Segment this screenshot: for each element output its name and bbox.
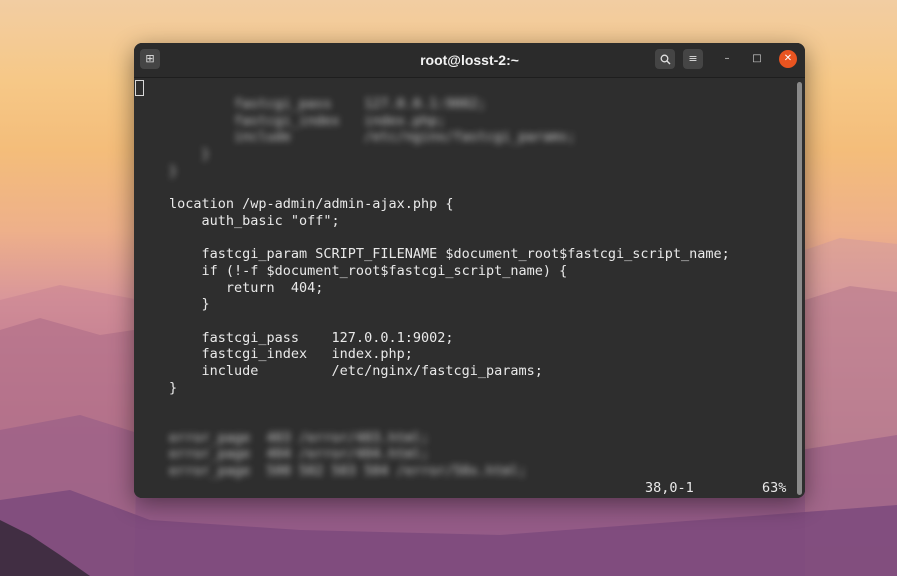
code-line: if (!-f $document_root$fastcgi_script_na… xyxy=(169,262,568,279)
text-cursor xyxy=(135,80,144,96)
code-line: error_page 403 /error/403.html; xyxy=(169,429,430,446)
code-line: } xyxy=(169,146,210,163)
code-line: } xyxy=(169,162,178,179)
code-line: return 404; xyxy=(169,279,324,296)
search-icon[interactable] xyxy=(655,49,675,69)
code-line: } xyxy=(169,379,178,396)
code-line: } xyxy=(169,296,210,313)
code-line: auth_basic "off"; xyxy=(169,212,340,229)
terminal-content[interactable]: fastcgi_pass 127.0.0.1:9002; fastcgi_ind… xyxy=(134,78,805,498)
code-line: location /wp-admin/admin-ajax.php { xyxy=(169,196,454,213)
code-line: fastcgi_index index.php; xyxy=(169,112,446,129)
code-line: fastcgi_pass 127.0.0.1:9002; xyxy=(169,96,486,112)
code-line: error_page 500 502 503 504 /error/50x.ht… xyxy=(169,463,527,480)
code-line: include /etc/nginx/fastcgi_params; xyxy=(169,129,576,146)
code-line: fastcgi_index index.php; xyxy=(169,346,413,363)
window-title: root@losst-2:~ xyxy=(420,52,519,68)
hamburger-menu-icon[interactable]: ≡ xyxy=(683,49,703,69)
code-line: fastcgi_param SCRIPT_FILENAME $document_… xyxy=(169,246,730,263)
code-line: error_page 404 /error/404.html; xyxy=(169,446,430,463)
code-line: fastcgi_pass 127.0.0.1:9002; xyxy=(169,329,454,346)
minimize-button[interactable]: – xyxy=(718,50,736,68)
editor-buffer[interactable]: fastcgi_pass 127.0.0.1:9002; fastcgi_ind… xyxy=(169,96,730,480)
title-bar[interactable]: ⊞ root@losst-2:~ ≡ – □ ✕ xyxy=(134,43,805,78)
code-line: include /etc/nginx/fastcgi_params; xyxy=(169,363,543,379)
close-button[interactable]: ✕ xyxy=(779,50,797,68)
maximize-button[interactable]: □ xyxy=(748,50,766,68)
scrollbar[interactable] xyxy=(797,82,802,495)
scroll-percent: 63% xyxy=(762,480,787,496)
terminal-window: ⊞ root@losst-2:~ ≡ – □ ✕ fastcgi_pass 12… xyxy=(134,43,805,498)
cursor-position: 38,0-1 xyxy=(645,480,694,496)
